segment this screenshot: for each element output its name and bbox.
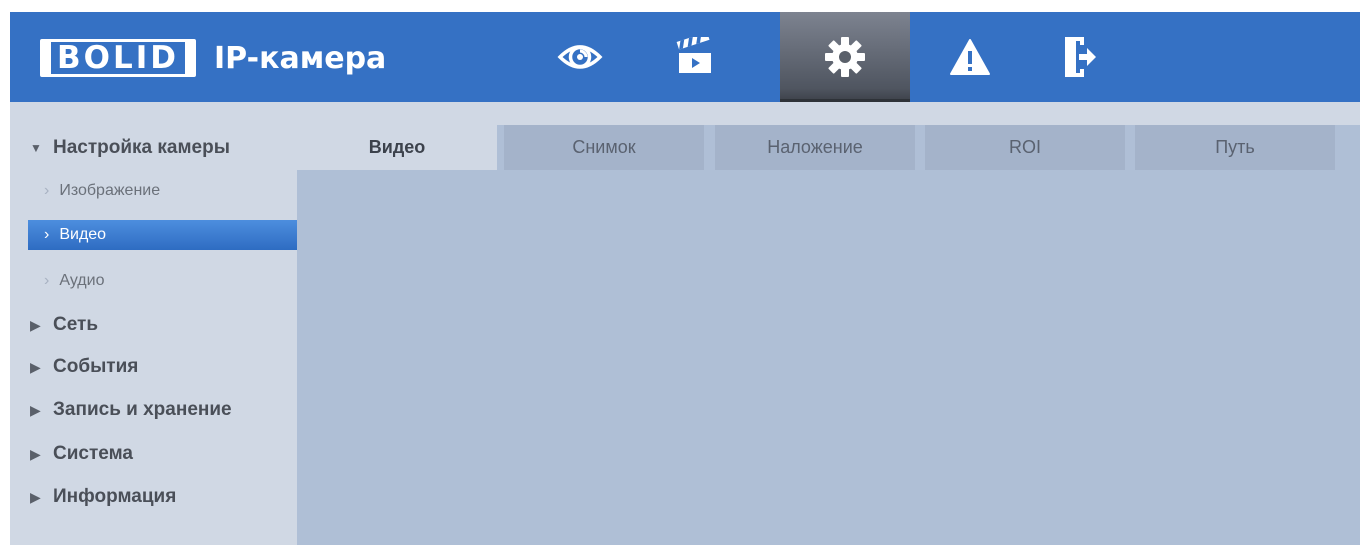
sidebar-group-label: Настройка камеры <box>53 137 230 158</box>
nav-playback-button[interactable] <box>650 12 740 102</box>
content-panel: Видео Снимок Наложение ROI Путь <box>297 102 1360 545</box>
sidebar-group-information[interactable]: ▶ Информация <box>30 482 176 512</box>
sidebar-group-label: Запись и хранение <box>53 399 232 420</box>
eye-icon <box>557 40 603 74</box>
tab-overlay[interactable]: Наложение <box>715 125 915 170</box>
tab-video[interactable]: Видео <box>297 125 497 170</box>
logout-icon <box>1062 35 1098 79</box>
tab-roi[interactable]: ROI <box>925 125 1125 170</box>
tab-strip-background <box>297 102 1360 125</box>
triangle-right-icon: ▶ <box>30 316 41 333</box>
logo: BOLID IP-камера <box>40 35 386 81</box>
nav-setup-button[interactable] <box>780 12 910 102</box>
sidebar-group-storage[interactable]: ▶ Запись и хранение <box>30 395 232 425</box>
nav-logout-button[interactable] <box>1035 12 1125 102</box>
triangle-right-icon: ▶ <box>30 358 41 375</box>
chevron-right-icon: › <box>44 226 50 243</box>
triangle-right-icon: ▶ <box>30 488 41 505</box>
nav-alarm-button[interactable] <box>925 12 1015 102</box>
sidebar-group-camera-settings[interactable]: ▼ Настройка камеры <box>30 133 230 163</box>
logo-box: BOLID <box>40 39 197 77</box>
sidebar-item-image[interactable]: › Изображение <box>30 176 293 206</box>
clapperboard-icon <box>675 37 715 77</box>
sidebar-group-label: Информация <box>53 486 177 507</box>
sidebar-group-label: События <box>53 356 139 377</box>
triangle-right-icon: ▶ <box>30 401 41 418</box>
sidebar-group-label: Система <box>53 443 133 464</box>
tab-snapshot[interactable]: Снимок <box>504 125 704 170</box>
sidebar-group-events[interactable]: ▶ События <box>30 352 138 382</box>
gear-icon <box>824 36 866 78</box>
chevron-right-icon: › <box>44 272 50 289</box>
sidebar-item-label: Видео <box>59 226 107 243</box>
tab-path[interactable]: Путь <box>1135 125 1335 170</box>
sidebar-item-audio[interactable]: › Аудио <box>30 266 293 296</box>
triangle-down-icon: ▼ <box>30 141 42 155</box>
nav-live-button[interactable] <box>535 12 625 102</box>
warning-icon <box>949 38 991 76</box>
sidebar-group-system[interactable]: ▶ Система <box>30 439 133 469</box>
chevron-right-icon: › <box>44 182 50 199</box>
sidebar-item-label: Изображение <box>59 182 161 199</box>
sidebar-group-network[interactable]: ▶ Сеть <box>30 310 98 340</box>
triangle-right-icon: ▶ <box>30 445 41 462</box>
sidebar: ▼ Настройка камеры › Изображение › Видео… <box>10 102 303 545</box>
sidebar-item-label: Аудио <box>59 272 105 289</box>
sidebar-group-label: Сеть <box>53 314 99 335</box>
top-bar: BOLID IP-камера <box>10 12 1360 102</box>
sidebar-item-video[interactable]: › Видео <box>28 220 303 250</box>
logo-text: BOLID <box>51 42 186 74</box>
app-title: IP-камера <box>214 40 387 76</box>
